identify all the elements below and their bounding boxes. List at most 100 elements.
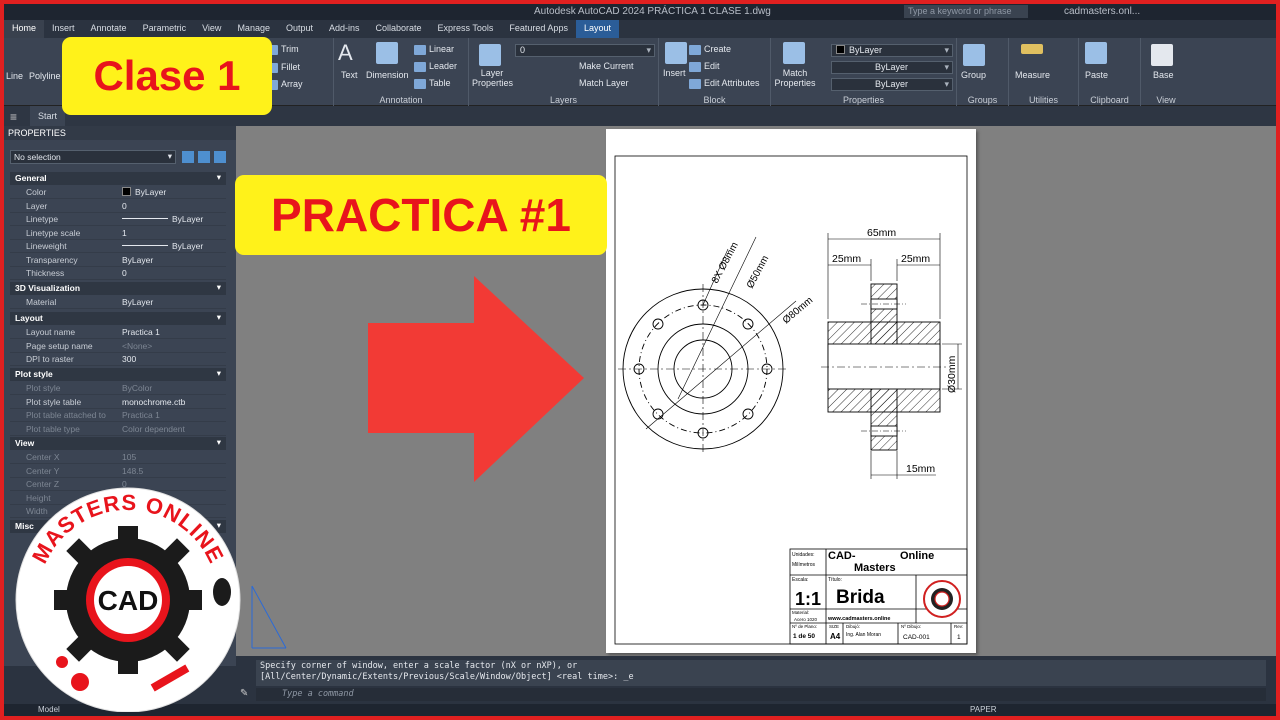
tab-view[interactable]: View bbox=[194, 20, 229, 38]
insert-button[interactable]: Insert bbox=[663, 68, 686, 78]
rev-value: 1 bbox=[957, 634, 961, 641]
dimension-button[interactable]: Dimension bbox=[366, 70, 409, 80]
match-properties-button[interactable]: Match Properties bbox=[774, 68, 816, 88]
section-plot-style[interactable]: Plot style ▾ bbox=[10, 368, 226, 381]
view-panel-title[interactable]: View bbox=[1141, 95, 1191, 105]
text-button[interactable]: Text bbox=[341, 70, 358, 80]
search-input[interactable]: Type a keyword or phrase bbox=[904, 5, 1028, 18]
tab-manage[interactable]: Manage bbox=[229, 20, 278, 38]
prop-key: Linetype scale bbox=[26, 227, 81, 238]
collapse-icon: ▾ bbox=[216, 172, 221, 182]
prop-value-text: ByLayer bbox=[135, 187, 167, 197]
layer-properties-button[interactable]: Layer Properties bbox=[472, 68, 513, 88]
table-label: Table bbox=[429, 78, 451, 88]
prop-row[interactable]: Layer 0 bbox=[10, 200, 226, 213]
prop-row[interactable]: Plot style ByColor bbox=[10, 382, 226, 396]
prop-row[interactable]: Linetype scale 1 bbox=[10, 227, 226, 240]
menu-icon[interactable]: ≡ bbox=[10, 110, 17, 124]
group-icon bbox=[963, 44, 985, 66]
prop-row[interactable]: Thickness 0 bbox=[10, 267, 226, 281]
group-button[interactable]: Group bbox=[961, 70, 986, 80]
prop-key: Page setup name bbox=[26, 340, 93, 351]
file-tab-start[interactable]: Start bbox=[30, 106, 66, 126]
window-title: Autodesk AutoCAD 2024 PRÁCTICA 1 CLASE 1… bbox=[534, 6, 771, 17]
tab-output[interactable]: Output bbox=[278, 20, 321, 38]
command-input[interactable]: Type a command bbox=[256, 688, 1266, 701]
section-3d-visualization[interactable]: 3D Visualization ▾ bbox=[10, 282, 226, 295]
layers-panel-title[interactable]: Layers bbox=[469, 95, 658, 105]
prop-row[interactable]: Plot table type Color dependent bbox=[10, 423, 226, 436]
prop-row[interactable]: Linetype ByLayer bbox=[10, 213, 226, 227]
quick-select-icon[interactable] bbox=[214, 151, 226, 163]
prop-row[interactable]: Transparency ByLayer bbox=[10, 254, 226, 267]
tab-insert[interactable]: Insert bbox=[44, 20, 83, 38]
groups-panel-title[interactable]: Groups bbox=[957, 95, 1008, 105]
prop-value: ByColor bbox=[122, 383, 153, 393]
create-icon bbox=[689, 44, 701, 55]
units-label: Unidades: bbox=[792, 552, 815, 558]
toggle-pickadd-icon[interactable] bbox=[182, 151, 194, 163]
lineweight-dropdown[interactable]: ByLayer ▾ bbox=[831, 78, 953, 91]
user-account[interactable]: cadmasters.onl... bbox=[1064, 6, 1140, 17]
prop-row[interactable]: Color ByLayer bbox=[10, 186, 226, 200]
leader-button[interactable]: Leader bbox=[414, 61, 457, 72]
prop-key: DPI to raster bbox=[26, 354, 74, 364]
prop-value: <None> bbox=[122, 340, 153, 351]
annotation-panel-title[interactable]: Annotation bbox=[334, 95, 468, 105]
prop-row[interactable]: Material ByLayer bbox=[10, 296, 226, 310]
utilities-panel: Measure Utilities bbox=[1009, 38, 1079, 106]
linear-button[interactable]: Linear bbox=[414, 44, 454, 55]
prop-value: Practica 1 bbox=[122, 410, 160, 420]
selection-dropdown[interactable]: No selection ▾ bbox=[10, 150, 176, 164]
linetype-sample bbox=[122, 218, 168, 219]
tab-layout[interactable]: Layout bbox=[575, 20, 619, 38]
edit-block-button[interactable]: Edit bbox=[689, 61, 720, 72]
prop-row[interactable]: Center X 105 bbox=[10, 451, 226, 465]
section-view-label: View bbox=[15, 438, 35, 448]
linetype-dropdown[interactable]: ByLayer ▾ bbox=[831, 61, 953, 74]
section-layout[interactable]: Layout ▾ bbox=[10, 312, 226, 325]
prop-row[interactable]: Lineweight ByLayer bbox=[10, 240, 226, 254]
edit-attributes-button[interactable]: Edit Attributes bbox=[689, 78, 760, 89]
color-dropdown[interactable]: ByLayer ▾ bbox=[831, 44, 953, 57]
tab-addins[interactable]: Add-ins bbox=[321, 20, 368, 38]
material-value: Acero 1020 bbox=[794, 617, 818, 622]
prop-row[interactable]: Plot style table monochrome.ctb bbox=[10, 396, 226, 409]
prop-row[interactable]: Center Y 148.5 bbox=[10, 465, 226, 478]
prop-row[interactable]: Layout name Practica 1 bbox=[10, 326, 226, 340]
properties-panel-title[interactable]: Properties bbox=[771, 95, 956, 105]
create-block-button[interactable]: Create bbox=[689, 44, 731, 55]
table-button[interactable]: Table bbox=[414, 78, 451, 89]
tab-featured-apps[interactable]: Featured Apps bbox=[501, 20, 576, 38]
prop-row[interactable]: Page setup name <None> bbox=[10, 340, 226, 353]
paste-button[interactable]: Paste bbox=[1085, 70, 1108, 80]
select-objects-icon[interactable] bbox=[198, 151, 210, 163]
block-panel-title[interactable]: Block bbox=[659, 95, 770, 105]
tab-parametric[interactable]: Parametric bbox=[135, 20, 195, 38]
prop-value: 105 bbox=[122, 452, 137, 462]
red-arrow bbox=[368, 276, 584, 482]
line-button[interactable]: Line bbox=[6, 71, 23, 81]
prop-row[interactable]: DPI to raster 300 bbox=[10, 353, 226, 367]
tab-home[interactable]: Home bbox=[4, 20, 45, 38]
tab-annotate[interactable]: Annotate bbox=[83, 20, 135, 38]
clipboard-panel-title[interactable]: Clipboard bbox=[1079, 95, 1140, 105]
prop-value: 0 bbox=[122, 200, 127, 211]
make-current-button[interactable]: Make Current bbox=[579, 61, 634, 71]
tab-collaborate[interactable]: Collaborate bbox=[368, 20, 430, 38]
properties-header: PROPERTIES bbox=[4, 126, 236, 140]
tab-express-tools[interactable]: Express Tools bbox=[430, 20, 502, 38]
utilities-panel-title[interactable]: Utilities bbox=[1009, 95, 1078, 105]
paper-indicator[interactable]: PAPER bbox=[970, 705, 997, 714]
base-button[interactable]: Base bbox=[1153, 70, 1174, 80]
dim-65-text: 65mm bbox=[867, 227, 896, 239]
section-general[interactable]: General ▾ bbox=[10, 172, 226, 185]
section-view[interactable]: View ▾ bbox=[10, 437, 226, 450]
layer-dropdown[interactable]: 0 ▾ bbox=[515, 44, 655, 57]
polyline-button[interactable]: Polyline bbox=[29, 71, 61, 81]
match-layer-button[interactable]: Match Layer bbox=[579, 78, 629, 88]
section-3d-label: 3D Visualization bbox=[15, 283, 81, 293]
prop-row[interactable]: Plot table attached to Practica 1 bbox=[10, 409, 226, 423]
measure-button[interactable]: Measure bbox=[1015, 70, 1050, 80]
insert-icon bbox=[665, 42, 687, 64]
